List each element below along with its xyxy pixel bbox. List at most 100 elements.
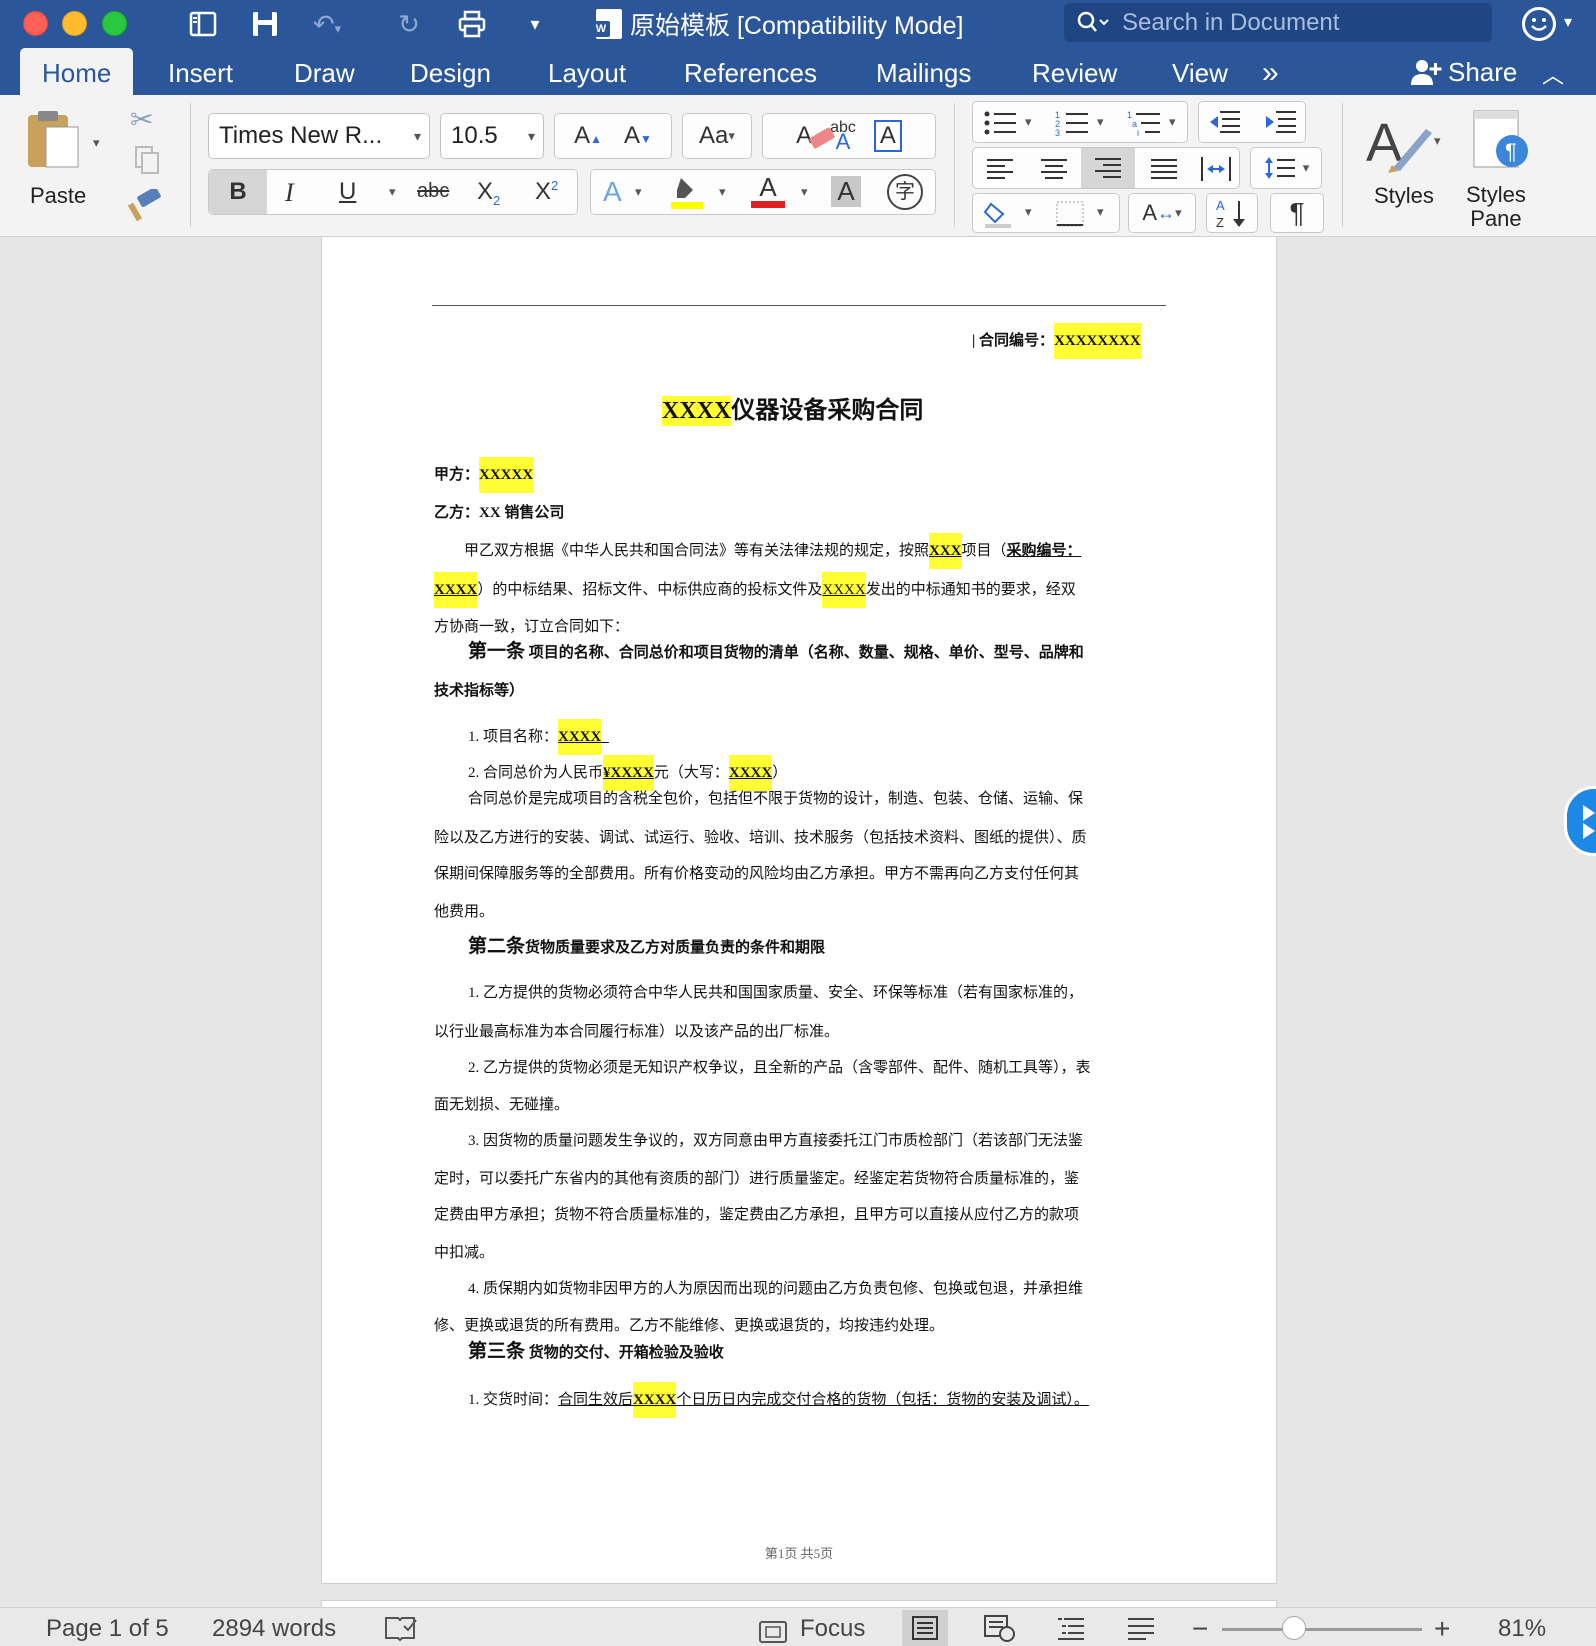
subscript-button[interactable]: X2 bbox=[477, 178, 500, 208]
tab-references[interactable]: References bbox=[684, 48, 817, 95]
decrease-indent-icon[interactable] bbox=[1208, 109, 1240, 135]
align-left-icon[interactable] bbox=[985, 157, 1015, 188]
line-spacing-button[interactable]: ▾ bbox=[1250, 147, 1322, 189]
strikethrough-button[interactable]: abc bbox=[417, 180, 449, 203]
align-right-button[interactable] bbox=[1081, 148, 1135, 188]
underline-caret-icon[interactable]: ▾ bbox=[389, 184, 396, 200]
redo-icon[interactable]: ↻ bbox=[392, 8, 426, 40]
tab-home[interactable]: Home bbox=[20, 48, 134, 95]
collapse-ribbon-icon[interactable]: ︿ bbox=[1542, 58, 1564, 90]
undo-icon[interactable]: ↶▾ bbox=[310, 8, 344, 40]
page-count[interactable]: Page 1 of 5 bbox=[46, 1608, 169, 1646]
print-layout-icon bbox=[912, 1616, 938, 1640]
tab-layout[interactable]: Layout bbox=[548, 48, 626, 95]
print-icon[interactable] bbox=[455, 8, 489, 40]
save-icon[interactable] bbox=[248, 8, 282, 40]
paste-icon[interactable] bbox=[24, 109, 84, 171]
clear-formatting-icon[interactable]: A bbox=[796, 122, 836, 150]
text-effects-button[interactable]: A bbox=[603, 176, 622, 208]
numbering-caret-icon[interactable]: ▾ bbox=[1097, 114, 1104, 130]
outline-view-button[interactable] bbox=[1048, 1610, 1094, 1646]
text-box-button[interactable]: A bbox=[873, 120, 902, 152]
sidebar-toggle-icon[interactable] bbox=[186, 8, 220, 40]
customize-toolbar-icon[interactable]: ▾ bbox=[518, 8, 552, 40]
grow-font-button[interactable]: A▲ bbox=[574, 122, 602, 150]
search-in-document-input[interactable]: Search in Document bbox=[1064, 3, 1492, 42]
styles-caret-icon[interactable]: ▾ bbox=[1434, 133, 1441, 149]
feedback-caret-icon[interactable]: ▾ bbox=[1564, 12, 1572, 32]
print-layout-view-button[interactable] bbox=[902, 1610, 948, 1646]
show-formatting-marks-button[interactable]: ¶ bbox=[1270, 193, 1324, 233]
tab-review[interactable]: Review bbox=[1032, 48, 1117, 95]
word-count[interactable]: 2894 words bbox=[212, 1608, 336, 1646]
tab-mailings[interactable]: Mailings bbox=[876, 48, 971, 95]
shrink-font-button[interactable]: A▼ bbox=[624, 122, 652, 150]
share-button[interactable]: Share bbox=[1408, 48, 1517, 95]
zoom-level[interactable]: 81% bbox=[1498, 1608, 1546, 1646]
copy-icon[interactable] bbox=[132, 145, 162, 175]
change-case-button[interactable]: Aa ▾ bbox=[682, 113, 752, 159]
multilevel-caret-icon[interactable]: ▾ bbox=[1169, 114, 1176, 130]
zoom-slider-thumb[interactable] bbox=[1282, 1616, 1306, 1640]
text-effects-caret-icon[interactable]: ▾ bbox=[635, 184, 642, 200]
increase-indent-icon[interactable] bbox=[1264, 109, 1296, 135]
numbering-icon[interactable]: 123 bbox=[1055, 110, 1089, 138]
highlight-button[interactable] bbox=[671, 174, 703, 210]
add-person-icon bbox=[1411, 59, 1442, 85]
superscript-button[interactable]: X2 bbox=[535, 178, 558, 206]
document-page[interactable]: | 合同编号：XXXXXXXX XXXX仪器设备采购合同 甲方：XXXXX 乙方… bbox=[322, 237, 1276, 1583]
font-size-combo[interactable]: 10.5 ▾ bbox=[440, 113, 544, 159]
format-painter-icon[interactable] bbox=[127, 187, 164, 223]
ribbon-separator bbox=[954, 103, 955, 227]
close-window-button[interactable] bbox=[23, 11, 48, 36]
bullets-caret-icon[interactable]: ▾ bbox=[1025, 114, 1032, 130]
article-2-item-4a: 4. 质保期内如货物非因甲方的人为原因而出现的问题由乙方负责包修、包换或包退，并… bbox=[468, 1281, 1084, 1297]
highlight-caret-icon[interactable]: ▾ bbox=[719, 184, 726, 200]
article-1-item-2: 2. 合同总价为人民币¥XXXX元（大写：XXXX） bbox=[468, 755, 787, 791]
minimize-window-button[interactable] bbox=[62, 11, 87, 36]
zoom-slider-track[interactable] bbox=[1222, 1628, 1422, 1631]
phonetic-guide-button[interactable]: 字 bbox=[887, 174, 923, 210]
tab-draw[interactable]: Draw bbox=[294, 48, 355, 95]
bold-button[interactable]: B bbox=[209, 170, 267, 214]
asian-layout-button[interactable]: A ↔ ▾ bbox=[1128, 193, 1196, 233]
styles-gallery-icon[interactable]: A bbox=[1362, 111, 1442, 175]
cut-icon[interactable]: ✂ bbox=[130, 103, 162, 135]
shading-caret-icon[interactable]: ▾ bbox=[1025, 204, 1032, 220]
shading-icon[interactable] bbox=[983, 200, 1013, 235]
zoom-in-icon[interactable]: + bbox=[1434, 1608, 1450, 1646]
tabs-overflow-icon[interactable]: » bbox=[1262, 48, 1279, 95]
article-2-item-4b: 修、更换或退货的所有费用。乙方不能维修、更换或退货的，均按违约处理。 bbox=[434, 1318, 945, 1334]
font-name-combo[interactable]: Times New R... ▾ bbox=[208, 113, 430, 159]
draft-view-button[interactable] bbox=[1118, 1610, 1164, 1646]
sort-button[interactable]: AZ bbox=[1206, 193, 1258, 233]
web-layout-view-button[interactable] bbox=[976, 1610, 1022, 1646]
font-color-button[interactable]: A bbox=[751, 172, 785, 208]
svg-text:i: i bbox=[1137, 128, 1139, 136]
tab-insert[interactable]: Insert bbox=[168, 48, 233, 95]
zoom-window-button[interactable] bbox=[102, 11, 127, 36]
proofing-icon[interactable] bbox=[384, 1614, 418, 1642]
focus-button[interactable]: Focus bbox=[800, 1608, 865, 1646]
bullets-icon[interactable] bbox=[983, 110, 1017, 136]
multilevel-list-icon[interactable]: 1ai bbox=[1127, 110, 1161, 138]
document-canvas[interactable]: | 合同编号：XXXXXXXX XXXX仪器设备采购合同 甲方：XXXXX 乙方… bbox=[0, 237, 1596, 1613]
zoom-out-icon[interactable]: − bbox=[1192, 1608, 1208, 1646]
styles-label: Styles bbox=[1374, 183, 1434, 208]
styles-pane-icon[interactable]: ¶ bbox=[1470, 109, 1530, 177]
borders-icon[interactable] bbox=[1055, 200, 1085, 235]
font-color-caret-icon[interactable]: ▾ bbox=[801, 184, 808, 200]
distributed-icon[interactable] bbox=[1199, 157, 1233, 188]
align-center-icon[interactable] bbox=[1039, 157, 1069, 188]
borders-caret-icon[interactable]: ▾ bbox=[1097, 204, 1104, 220]
focus-icon[interactable] bbox=[758, 1616, 788, 1643]
paste-label: Paste bbox=[30, 183, 87, 208]
tab-design[interactable]: Design bbox=[410, 48, 491, 95]
justify-icon[interactable] bbox=[1149, 157, 1179, 188]
character-shading-button[interactable]: A bbox=[831, 176, 861, 207]
tab-view[interactable]: View bbox=[1172, 48, 1228, 95]
italic-button[interactable]: I bbox=[285, 178, 294, 208]
underline-button[interactable]: U bbox=[339, 178, 356, 206]
paste-options-caret[interactable]: ▾ bbox=[93, 135, 100, 151]
feedback-smiley-icon[interactable] bbox=[1522, 7, 1556, 41]
